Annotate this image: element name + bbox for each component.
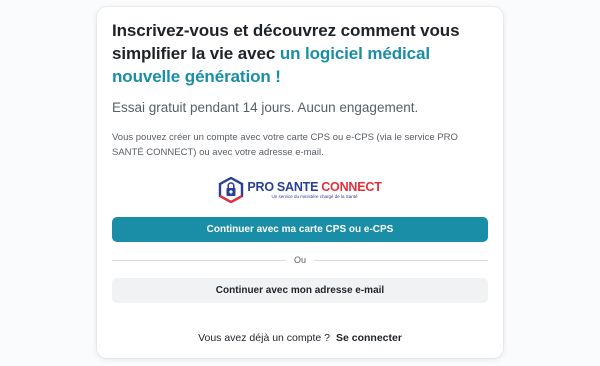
psc-brand-pro: PRO [247,179,274,194]
pro-sante-connect-logo: PRO SANTE CONNECT Un service du ministère … [112,175,488,205]
divider-label: Ou [294,255,307,265]
email-signup-button[interactable]: Continuer avec mon adresse e-mail [112,278,488,303]
signup-headline: Inscrivez-vous et découvrez comment vous… [112,19,488,88]
login-prompt: Vous avez déjà un compte ? Se connecter [112,332,488,344]
login-link[interactable]: Se connecter [336,332,402,344]
psc-brand: PRO SANTE CONNECT [247,179,382,194]
trial-subtitle: Essai gratuit pendant 14 jours. Aucun en… [112,100,419,115]
divider-line-left [112,259,286,261]
psc-wordmark: PRO SANTE CONNECT Un service du ministère … [247,179,382,200]
pro-sante-connect-emblem-icon [219,177,244,203]
divider-line-right [314,259,489,261]
or-divider: Ou [112,251,489,269]
psc-brand-sante: SANTE [276,179,319,194]
signup-description: Vous pouvez créer un compte avec votre c… [112,132,458,158]
psc-brand-connect: CONNECT [321,179,382,194]
signup-card: Inscrivez-vous et découvrez comment vous… [97,7,503,358]
login-question: Vous avez déjà un compte ? [198,332,330,344]
cps-login-button[interactable]: Continuer avec ma carte CPS ou e-CPS [112,217,488,242]
psc-tagline: Un service du ministère chargé de la San… [271,194,358,199]
